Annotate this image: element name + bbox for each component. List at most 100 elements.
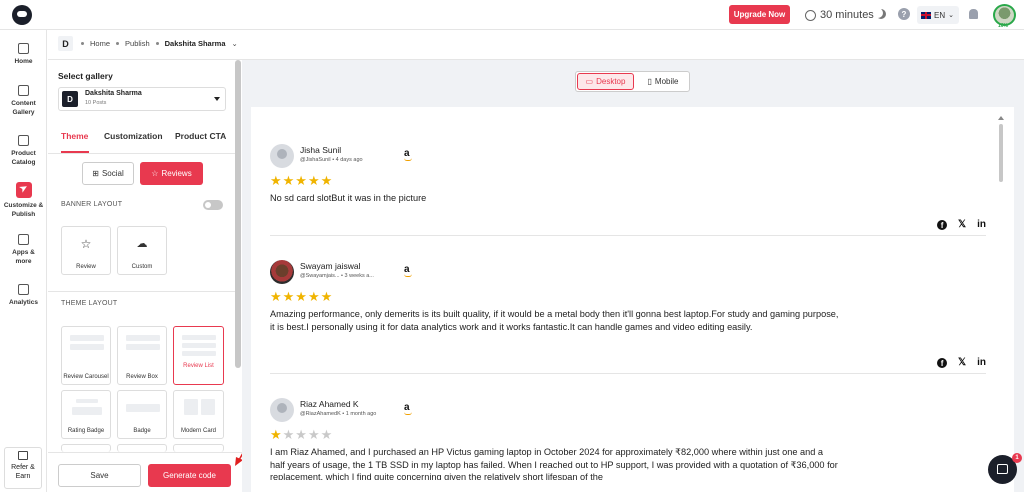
- send-icon: [15, 182, 32, 198]
- active-tab-indicator: [61, 151, 89, 153]
- nav-label: Analytics: [9, 299, 38, 306]
- theme-card-partial[interactable]: [117, 444, 167, 452]
- language-selector[interactable]: EN ⌄: [917, 6, 959, 24]
- theme-card-badge[interactable]: Badge: [117, 390, 167, 439]
- x-icon[interactable]: 𝕏: [958, 219, 966, 230]
- reviewer-handle: @Swayamjais...: [300, 273, 340, 279]
- gallery-post-count: 10 Posts: [85, 100, 107, 106]
- review-item: Jisha Sunil @JishaSunil • 4 days ago a ★…: [270, 144, 986, 236]
- app-logo-icon[interactable]: [12, 5, 32, 25]
- tab-theme[interactable]: Theme: [61, 131, 88, 141]
- chat-notification-badge: 1: [1012, 453, 1022, 463]
- reviewer-name: Jisha Sunil: [300, 145, 342, 155]
- nav-home[interactable]: Home: [0, 43, 47, 66]
- nav-label: Content Gallery: [11, 100, 36, 116]
- reviews-label: Reviews: [161, 169, 192, 178]
- nav-analytics[interactable]: Analytics: [0, 284, 47, 307]
- social-source-button[interactable]: ⊞ Social: [82, 162, 134, 185]
- mobile-view-button[interactable]: ▯ Mobile: [638, 73, 688, 90]
- refer-earn-button[interactable]: Refer & Earn: [4, 447, 42, 489]
- banner-card-custom[interactable]: ☁ Custom: [117, 226, 167, 275]
- mobile-label: Mobile: [654, 77, 679, 86]
- chevron-down-icon: ⌄: [948, 12, 954, 19]
- separator-dot: [81, 42, 84, 45]
- generate-code-button[interactable]: Generate code: [148, 464, 231, 487]
- grid-icon: ⊞: [92, 169, 99, 178]
- theme-card-partial[interactable]: [61, 444, 111, 452]
- theme-card-review-carousel[interactable]: Review Carousel: [61, 326, 111, 385]
- separator-dot: [155, 42, 159, 45]
- timer-label: 30 minutes: [820, 9, 874, 21]
- widget-scrollbar-thumb[interactable]: [999, 124, 1003, 182]
- desktop-view-button[interactable]: ▭ Desktop: [577, 73, 634, 90]
- reviewer-handle: @RiazAhamedK: [300, 411, 341, 417]
- gallery-badge: D: [62, 91, 78, 107]
- tab-customization[interactable]: Customization: [104, 131, 163, 141]
- review-text: I am Riaz Ahamed, and I purchased an HP …: [270, 447, 838, 480]
- review-divider: [270, 373, 986, 374]
- monitor-icon: ▭: [585, 77, 594, 86]
- uk-flag-icon: [921, 11, 931, 19]
- dark-mode-icon[interactable]: [876, 9, 886, 19]
- facebook-icon[interactable]: f: [937, 219, 948, 230]
- phone-icon: ▯: [647, 77, 652, 86]
- facebook-icon[interactable]: f: [937, 357, 948, 368]
- desktop-label: Desktop: [596, 77, 626, 86]
- card-label: Modern Card: [180, 428, 216, 434]
- nav-content-gallery[interactable]: Content Gallery: [0, 85, 47, 117]
- card-label: Review: [76, 264, 96, 270]
- reviewer-meta: @JishaSunil • 4 days ago: [300, 157, 363, 163]
- breadcrumb: Home Publish Dakshita Sharma ⌄: [81, 39, 238, 48]
- chat-icon: [997, 464, 1008, 474]
- left-nav: Home Content Gallery Product Catalog Cus…: [0, 30, 47, 492]
- review-item: Swayam jaiswal @Swayamjais... • 3 weeks …: [270, 260, 986, 376]
- reviewer-meta: @RiazAhamedK • 1 month ago: [300, 411, 377, 417]
- trial-timer: 30 minutes: [805, 7, 874, 23]
- breadcrumb-gallery[interactable]: Dakshita Sharma: [165, 39, 226, 48]
- social-label: Social: [101, 169, 124, 178]
- breadcrumb-home[interactable]: Home: [90, 39, 110, 48]
- share-icons: f 𝕏 in: [937, 219, 986, 230]
- help-icon[interactable]: ?: [898, 8, 910, 20]
- gallery-name: Dakshita Sharma: [85, 90, 142, 97]
- reviewer-handle: @JishaSunil: [300, 157, 331, 163]
- notification-bell-icon[interactable]: [969, 9, 978, 19]
- gift-icon: [18, 451, 28, 460]
- nav-product-catalog[interactable]: Product Catalog: [0, 135, 47, 167]
- review-time: 1 month ago: [345, 411, 377, 417]
- reviews-source-button[interactable]: ☆ Reviews: [140, 162, 203, 185]
- review-text: Amazing performance, only demerits is it…: [270, 309, 839, 332]
- refer-label: Refer & Earn: [11, 464, 35, 480]
- theme-card-partial[interactable]: [173, 444, 224, 452]
- scroll-up-icon[interactable]: [998, 116, 1004, 120]
- breadcrumb-publish[interactable]: Publish: [125, 39, 150, 48]
- linkedin-icon[interactable]: in: [977, 219, 986, 230]
- logo-mark: [17, 11, 27, 17]
- workspace-badge[interactable]: D: [58, 36, 73, 51]
- chart-icon: [18, 284, 29, 295]
- theme-card-modern-card[interactable]: Modern Card: [173, 390, 224, 439]
- home-icon: [18, 43, 29, 54]
- chevron-down-icon[interactable]: ⌄: [232, 39, 238, 48]
- caret-down-icon[interactable]: [214, 97, 220, 101]
- nav-label: Customize & Publish: [3, 202, 44, 218]
- banner-layout-toggle[interactable]: [203, 200, 223, 210]
- panel-scrollbar[interactable]: [235, 60, 241, 368]
- review-divider: [270, 235, 986, 236]
- nav-customize-publish[interactable]: Customize & Publish: [0, 182, 47, 219]
- linkedin-icon[interactable]: in: [977, 357, 986, 368]
- tab-product-cta[interactable]: Product CTA: [175, 131, 226, 141]
- gallery-select[interactable]: [58, 87, 226, 111]
- theme-card-rating-badge[interactable]: Rating Badge: [61, 390, 111, 439]
- review-time: 4 days ago: [335, 157, 363, 163]
- x-icon[interactable]: 𝕏: [958, 357, 966, 368]
- theme-card-review-list[interactable]: Review List: [173, 326, 224, 385]
- theme-card-review-box[interactable]: Review Box: [117, 326, 167, 385]
- banner-card-review[interactable]: ☆ Review: [61, 226, 111, 275]
- save-button[interactable]: Save: [58, 464, 141, 487]
- nav-apps-more[interactable]: Apps & more: [0, 234, 47, 266]
- theme-layout-heading: THEME LAYOUT: [61, 300, 118, 307]
- upgrade-button[interactable]: Upgrade Now: [729, 5, 790, 24]
- banner-layout-heading: BANNER LAYOUT: [61, 201, 123, 208]
- star-outline-icon: ☆: [80, 237, 92, 251]
